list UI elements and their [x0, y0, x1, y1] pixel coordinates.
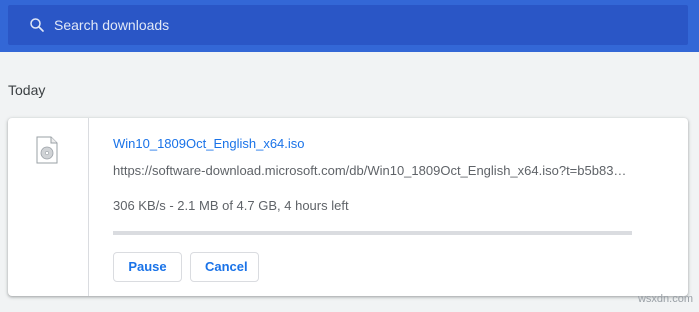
watermark-text: wsxdn.com: [637, 293, 693, 305]
cancel-button[interactable]: Cancel: [190, 252, 259, 282]
download-source-url: https://software-download.microsoft.com/…: [113, 163, 627, 178]
file-icon: [36, 136, 58, 164]
downloads-header: Search downloads: [0, 0, 699, 52]
download-status-text: 306 KB/s - 2.1 MB of 4.7 GB, 4 hours lef…: [113, 198, 349, 213]
search-bar[interactable]: Search downloads: [8, 5, 688, 45]
download-item: Win10_1809Oct_English_x64.iso https://so…: [8, 118, 688, 296]
date-section-title: Today: [8, 82, 46, 98]
pause-button[interactable]: Pause: [113, 252, 182, 282]
download-file-name-link[interactable]: Win10_1809Oct_English_x64.iso: [113, 136, 305, 151]
download-icon-panel: [8, 118, 89, 296]
download-progress-bar: [113, 231, 632, 235]
search-input[interactable]: Search downloads: [54, 16, 169, 34]
search-icon: [30, 18, 44, 32]
